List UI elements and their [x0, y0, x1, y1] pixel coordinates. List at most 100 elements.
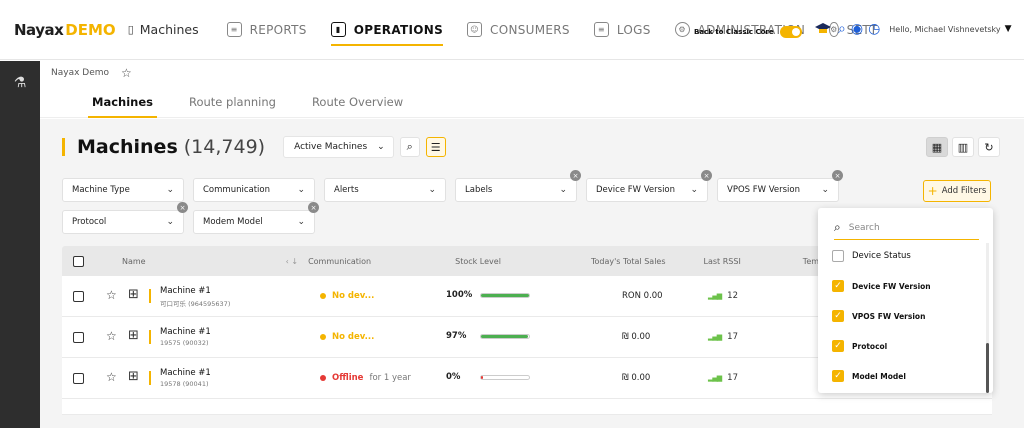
table-view-icon[interactable]: ▦: [926, 137, 948, 157]
globe-icon[interactable]: ◉: [851, 22, 863, 36]
filter-labels[interactable]: Labels ⌄ ×: [455, 170, 581, 202]
dropdown-scrollbar[interactable]: [986, 243, 989, 393]
brand-name: Nayax: [14, 20, 64, 39]
filter-protocol[interactable]: Protocol ⌄ ×: [62, 202, 188, 234]
top-right-tools: ⌕ ◉ ◷ Hello, Michael Vishnevetsky ▼: [814, 22, 1012, 36]
dropdown-search[interactable]: ⌕ Search: [834, 216, 979, 240]
header-total-sales[interactable]: Today's Total Sales: [591, 257, 666, 266]
remove-filter-icon[interactable]: ×: [832, 170, 843, 181]
favorite-star-icon[interactable]: ☆: [106, 329, 117, 343]
chevron-down-icon[interactable]: ▼: [1005, 24, 1012, 34]
stock-bar: [480, 333, 530, 339]
refresh-icon[interactable]: ↻: [978, 137, 1000, 157]
search-button[interactable]: ⌕: [399, 137, 420, 157]
select-all-checkbox[interactable]: [73, 255, 84, 267]
dropdown-option[interactable]: ✓ Model Model: [832, 370, 906, 382]
administration-icon: ⚙: [674, 22, 690, 37]
status-text: No dev...: [332, 291, 375, 301]
scroll-thumb[interactable]: [986, 343, 989, 393]
vending-machine-icon: ⊞: [128, 369, 139, 384]
row-checkbox[interactable]: [73, 373, 84, 384]
signal-icon: ▂▄▆: [708, 333, 722, 341]
toggle-switch[interactable]: [779, 26, 802, 38]
module-selector[interactable]: ▯ Machines: [128, 22, 199, 37]
dropdown-option[interactable]: Device Status: [832, 250, 911, 262]
last-rssi: ▂▄▆ 12: [708, 291, 738, 301]
graduation-cap-icon[interactable]: [814, 22, 832, 36]
machine-info[interactable]: Machine #1 可口可乐 (964595637): [160, 286, 230, 308]
tab-machines[interactable]: Machines: [88, 86, 157, 118]
nav-label: LOGS: [616, 22, 651, 37]
total-sales: RON 0.00: [622, 291, 663, 301]
rssi-value: 12: [727, 291, 738, 301]
machine-info[interactable]: Machine #1 19578 (90041): [160, 368, 211, 388]
search-icon[interactable]: ⌕: [838, 22, 846, 36]
filter-vpos-fw[interactable]: VPOS FW Version ⌄ ×: [717, 170, 843, 202]
stock-bar: [480, 374, 530, 380]
nav-label: OPERATIONS: [353, 22, 444, 37]
checkbox-icon[interactable]: ✓: [832, 370, 844, 382]
signal-icon: ▂▄▆: [708, 292, 722, 300]
favorite-star-icon[interactable]: ☆: [121, 66, 132, 80]
table-row[interactable]: [62, 399, 992, 415]
sort-arrows-icon[interactable]: ‹ ↓: [286, 257, 298, 266]
stock-percent: 100%: [446, 290, 473, 300]
header-name[interactable]: Name: [122, 257, 146, 266]
logs-icon: ≡: [593, 22, 609, 37]
checkbox-icon[interactable]: [832, 250, 844, 262]
filter-communication[interactable]: Communication ⌄: [193, 178, 315, 202]
row-checkbox[interactable]: [73, 291, 84, 302]
remove-filter-icon[interactable]: ×: [308, 202, 319, 213]
communication-status: No dev...: [320, 291, 380, 301]
stock-fill: [481, 375, 483, 379]
machine-info[interactable]: Machine #1 19575 (90032): [160, 327, 211, 347]
checkbox-icon[interactable]: ✓: [832, 310, 844, 322]
filter-modem-model[interactable]: Modem Model ⌄ ×: [193, 202, 319, 234]
breadcrumb-label[interactable]: Nayax Demo: [51, 68, 109, 78]
remove-filter-icon[interactable]: ×: [570, 170, 581, 181]
filter-alerts[interactable]: Alerts ⌄: [324, 178, 446, 202]
nav-operations[interactable]: ▮ OPERATIONS: [330, 0, 444, 60]
header-last-rssi[interactable]: Last RSSI: [704, 257, 741, 266]
favorite-star-icon[interactable]: ☆: [106, 370, 117, 384]
add-filters-dropdown: ⌕ Search Device Status ✓ Device FW Version…: [818, 208, 993, 393]
machine-name: Machine #1: [160, 368, 211, 378]
dropdown-option[interactable]: ✓ Device FW Version: [832, 280, 931, 292]
hierarchy-icon[interactable]: ⚗: [0, 75, 40, 91]
clock-icon[interactable]: ◷: [868, 22, 880, 36]
stock-level: 97%: [446, 331, 530, 341]
header-communication[interactable]: Communication: [308, 257, 371, 266]
filter-settings-button[interactable]: ☰: [425, 137, 446, 157]
remove-filter-icon[interactable]: ×: [701, 170, 712, 181]
favorite-star-icon[interactable]: ☆: [106, 288, 117, 302]
classic-core-toggle[interactable]: Back to Classic Core: [694, 26, 802, 38]
filter-machine-type[interactable]: Machine Type ⌄: [62, 178, 184, 202]
nav-consumers[interactable]: ☺ CONSUMERS: [467, 0, 570, 60]
nav-logs[interactable]: ≡ LOGS: [593, 0, 651, 60]
stock-percent: 0%: [446, 372, 461, 382]
header-stock-level[interactable]: Stock Level: [455, 257, 501, 266]
filter-device-fw[interactable]: Device FW Version ⌄ ×: [586, 170, 712, 202]
tab-route-overview[interactable]: Route Overview: [312, 86, 403, 118]
tab-route-planning[interactable]: Route planning: [189, 86, 276, 118]
nayax-logo[interactable]: Nayax DEMO: [14, 21, 116, 39]
dropdown-option[interactable]: ✓ Protocol: [832, 340, 887, 352]
classic-toggle-label: Back to Classic Core: [694, 28, 774, 36]
active-machines-select[interactable]: Active Machines ⌄: [283, 136, 394, 158]
add-filters-button[interactable]: + Add Filters: [923, 180, 991, 202]
status-duration: for 1 year: [369, 373, 411, 383]
checkbox-icon[interactable]: ✓: [832, 280, 844, 292]
signal-icon: ▂▄▆: [708, 374, 722, 382]
user-greeting[interactable]: Hello, Michael Vishnevetsky: [889, 25, 1000, 34]
add-filters-label: Add Filters: [941, 186, 987, 196]
machine-id: 19578 (90041): [160, 380, 209, 388]
map-view-icon[interactable]: ▥: [952, 137, 974, 157]
dropdown-option[interactable]: ✓ VPOS FW Version: [832, 310, 925, 322]
consumers-icon: ☺: [467, 22, 483, 37]
nav-reports[interactable]: ≡ REPORTS: [226, 0, 307, 60]
row-accent: [149, 289, 151, 303]
filter-label: Device FW Version: [596, 185, 676, 195]
row-checkbox[interactable]: [73, 332, 84, 343]
remove-filter-icon[interactable]: ×: [177, 202, 188, 213]
checkbox-icon[interactable]: ✓: [832, 340, 844, 352]
